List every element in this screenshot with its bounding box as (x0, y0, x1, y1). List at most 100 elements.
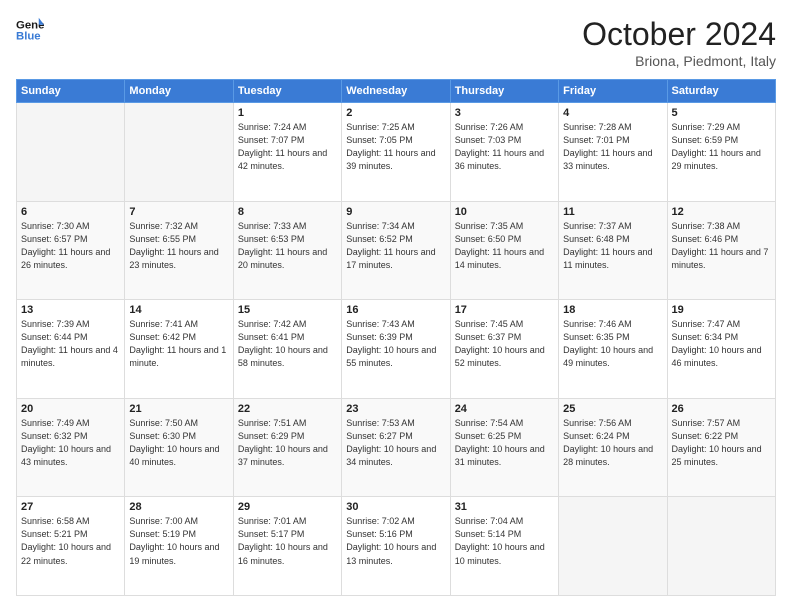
calendar-cell: 23Sunrise: 7:53 AM Sunset: 6:27 PM Dayli… (342, 398, 450, 497)
day-number: 12 (672, 206, 771, 218)
day-number: 19 (672, 304, 771, 316)
calendar-cell: 16 Sunrise: 7:43 AM Sunset: 6:39 PM Dayli… (342, 300, 450, 399)
header-monday: Monday (125, 80, 233, 103)
calendar-cell: 21Sunrise: 7:50 AM Sunset: 6:30 PM Dayli… (125, 398, 233, 497)
calendar-cell: 26 Sunrise: 7:57 AM Sunset: 6:22 PM Dayli… (667, 398, 775, 497)
week-row-1: 1Sunrise: 7:24 AM Sunset: 7:07 PM Daylig… (17, 103, 776, 202)
day-number: 2 (346, 107, 445, 119)
calendar-cell: 20 Sunrise: 7:49 AM Sunset: 6:32 PM Dayli… (17, 398, 125, 497)
header-sunday: Sunday (17, 80, 125, 103)
calendar-cell: 7 Sunrise: 7:32 AM Sunset: 6:55 PM Daylig… (125, 201, 233, 300)
day-info: Sunrise: 7:32 AM Sunset: 6:55 PM Dayligh… (129, 220, 228, 272)
day-number: 30 (346, 501, 445, 513)
calendar-cell (559, 497, 667, 596)
day-number: 6 (21, 206, 120, 218)
week-row-4: 20 Sunrise: 7:49 AM Sunset: 6:32 PM Dayli… (17, 398, 776, 497)
calendar-cell: 8 Sunrise: 7:33 AM Sunset: 6:53 PM Daylig… (233, 201, 341, 300)
week-row-2: 6 Sunrise: 7:30 AM Sunset: 6:57 PM Daylig… (17, 201, 776, 300)
day-number: 13 (21, 304, 120, 316)
calendar-cell: 17Sunrise: 7:45 AM Sunset: 6:37 PM Dayli… (450, 300, 558, 399)
week-row-5: 27 Sunrise: 6:58 AM Sunset: 5:21 PM Dayli… (17, 497, 776, 596)
day-number: 24 (455, 403, 554, 415)
calendar-header-row: Sunday Monday Tuesday Wednesday Thursday… (17, 80, 776, 103)
calendar-cell: 30 Sunrise: 7:02 AM Sunset: 5:16 PM Dayli… (342, 497, 450, 596)
logo: General Blue (16, 16, 44, 44)
day-number: 11 (563, 206, 662, 218)
page-header: General Blue October 2024 Briona, Piedmo… (16, 16, 776, 69)
calendar-cell: 3 Sunrise: 7:26 AM Sunset: 7:03 PM Daylig… (450, 103, 558, 202)
calendar-cell: 15Sunrise: 7:42 AM Sunset: 6:41 PM Dayli… (233, 300, 341, 399)
calendar-cell (17, 103, 125, 202)
calendar-cell: 4 Sunrise: 7:28 AM Sunset: 7:01 PM Daylig… (559, 103, 667, 202)
svg-text:Blue: Blue (16, 31, 41, 43)
header-friday: Friday (559, 80, 667, 103)
day-number: 3 (455, 107, 554, 119)
day-info: Sunrise: 7:49 AM Sunset: 6:32 PM Dayligh… (21, 417, 120, 469)
day-number: 23 (346, 403, 445, 415)
day-number: 4 (563, 107, 662, 119)
day-info: Sunrise: 7:01 AM Sunset: 5:17 PM Dayligh… (238, 515, 337, 567)
header-thursday: Thursday (450, 80, 558, 103)
day-number: 5 (672, 107, 771, 119)
day-number: 31 (455, 501, 554, 513)
location-subtitle: Briona, Piedmont, Italy (582, 53, 776, 69)
calendar-cell (125, 103, 233, 202)
day-info: Sunrise: 7:00 AM Sunset: 5:19 PM Dayligh… (129, 515, 228, 567)
day-info: Sunrise: 7:57 AM Sunset: 6:22 PM Dayligh… (672, 417, 771, 469)
calendar-cell: 6 Sunrise: 7:30 AM Sunset: 6:57 PM Daylig… (17, 201, 125, 300)
day-info: Sunrise: 7:51 AM Sunset: 6:29 PM Dayligh… (238, 417, 337, 469)
day-info: Sunrise: 7:26 AM Sunset: 7:03 PM Dayligh… (455, 121, 554, 173)
calendar-cell: 28 Sunrise: 7:00 AM Sunset: 5:19 PM Dayli… (125, 497, 233, 596)
day-number: 16 (346, 304, 445, 316)
day-number: 27 (21, 501, 120, 513)
day-info: Sunrise: 7:25 AM Sunset: 7:05 PM Dayligh… (346, 121, 445, 173)
day-number: 28 (129, 501, 228, 513)
day-number: 29 (238, 501, 337, 513)
day-info: Sunrise: 7:56 AM Sunset: 6:24 PM Dayligh… (563, 417, 662, 469)
day-number: 15 (238, 304, 337, 316)
day-number: 9 (346, 206, 445, 218)
day-number: 14 (129, 304, 228, 316)
month-title: October 2024 (582, 16, 776, 53)
calendar-cell: 18Sunrise: 7:46 AM Sunset: 6:35 PM Dayli… (559, 300, 667, 399)
day-number: 8 (238, 206, 337, 218)
day-number: 7 (129, 206, 228, 218)
day-info: Sunrise: 6:58 AM Sunset: 5:21 PM Dayligh… (21, 515, 120, 567)
day-info: Sunrise: 7:30 AM Sunset: 6:57 PM Dayligh… (21, 220, 120, 272)
day-info: Sunrise: 7:29 AM Sunset: 6:59 PM Dayligh… (672, 121, 771, 173)
calendar-cell: 1Sunrise: 7:24 AM Sunset: 7:07 PM Daylig… (233, 103, 341, 202)
day-number: 25 (563, 403, 662, 415)
day-info: Sunrise: 7:04 AM Sunset: 5:14 PM Dayligh… (455, 515, 554, 567)
calendar-cell: 29 Sunrise: 7:01 AM Sunset: 5:17 PM Dayli… (233, 497, 341, 596)
day-info: Sunrise: 7:33 AM Sunset: 6:53 PM Dayligh… (238, 220, 337, 272)
day-info: Sunrise: 7:54 AM Sunset: 6:25 PM Dayligh… (455, 417, 554, 469)
day-number: 22 (238, 403, 337, 415)
day-info: Sunrise: 7:28 AM Sunset: 7:01 PM Dayligh… (563, 121, 662, 173)
day-info: Sunrise: 7:02 AM Sunset: 5:16 PM Dayligh… (346, 515, 445, 567)
day-number: 1 (238, 107, 337, 119)
day-info: Sunrise: 7:47 AM Sunset: 6:34 PM Dayligh… (672, 318, 771, 370)
calendar-cell: 10Sunrise: 7:35 AM Sunset: 6:50 PM Dayli… (450, 201, 558, 300)
header-wednesday: Wednesday (342, 80, 450, 103)
calendar-cell: 24 Sunrise: 7:54 AM Sunset: 6:25 PM Dayli… (450, 398, 558, 497)
header-saturday: Saturday (667, 80, 775, 103)
week-row-3: 13Sunrise: 7:39 AM Sunset: 6:44 PM Dayli… (17, 300, 776, 399)
day-number: 26 (672, 403, 771, 415)
day-info: Sunrise: 7:41 AM Sunset: 6:42 PM Dayligh… (129, 318, 228, 370)
day-info: Sunrise: 7:50 AM Sunset: 6:30 PM Dayligh… (129, 417, 228, 469)
calendar-cell: 25 Sunrise: 7:56 AM Sunset: 6:24 PM Dayli… (559, 398, 667, 497)
calendar-cell: 5 Sunrise: 7:29 AM Sunset: 6:59 PM Daylig… (667, 103, 775, 202)
calendar-cell: 14 Sunrise: 7:41 AM Sunset: 6:42 PM Dayli… (125, 300, 233, 399)
day-info: Sunrise: 7:43 AM Sunset: 6:39 PM Dayligh… (346, 318, 445, 370)
calendar-cell: 11 Sunrise: 7:37 AM Sunset: 6:48 PM Dayli… (559, 201, 667, 300)
day-number: 17 (455, 304, 554, 316)
day-number: 18 (563, 304, 662, 316)
day-info: Sunrise: 7:34 AM Sunset: 6:52 PM Dayligh… (346, 220, 445, 272)
calendar-cell: 13Sunrise: 7:39 AM Sunset: 6:44 PM Dayli… (17, 300, 125, 399)
calendar-cell (667, 497, 775, 596)
title-block: October 2024 Briona, Piedmont, Italy (582, 16, 776, 69)
calendar-cell: 19 Sunrise: 7:47 AM Sunset: 6:34 PM Dayli… (667, 300, 775, 399)
day-info: Sunrise: 7:37 AM Sunset: 6:48 PM Dayligh… (563, 220, 662, 272)
day-number: 20 (21, 403, 120, 415)
day-info: Sunrise: 7:35 AM Sunset: 6:50 PM Dayligh… (455, 220, 554, 272)
